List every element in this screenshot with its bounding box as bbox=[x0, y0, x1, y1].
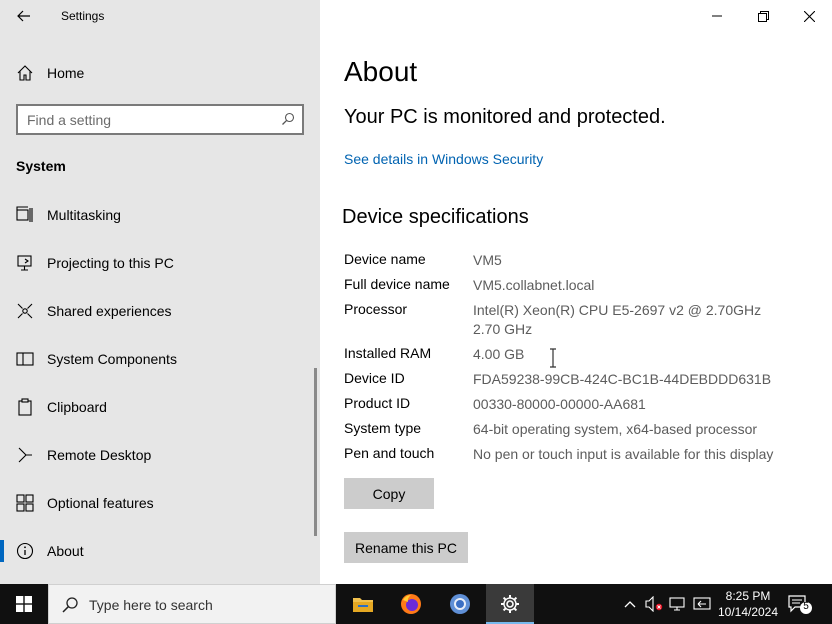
spec-label: Full device name bbox=[344, 276, 450, 292]
sidebar-item-clipboard[interactable]: Clipboard bbox=[0, 387, 314, 427]
spec-value: VM5 bbox=[473, 252, 502, 268]
restore-icon bbox=[757, 10, 769, 22]
sidebar-section-system: System bbox=[16, 158, 66, 174]
rename-pc-button[interactable]: Rename this PC bbox=[344, 532, 468, 563]
copy-button[interactable]: Copy bbox=[344, 478, 434, 509]
sidebar-item-multitasking[interactable]: Multitasking bbox=[0, 195, 314, 235]
remote-desktop-icon bbox=[18, 447, 32, 463]
minimize-icon bbox=[712, 15, 722, 17]
sidebar-item-projecting[interactable]: Projecting to this PC bbox=[0, 243, 314, 283]
spec-value: Intel(R) Xeon(R) CPU E5-2697 v2 @ 2.70GH… bbox=[473, 302, 773, 337]
remote-tray[interactable] bbox=[692, 594, 712, 614]
find-setting-input[interactable] bbox=[27, 111, 267, 129]
home-icon bbox=[17, 65, 33, 81]
back-arrow-icon bbox=[17, 10, 30, 22]
chevron-up-icon bbox=[624, 601, 636, 608]
settings-gear-icon bbox=[501, 595, 519, 613]
start-button[interactable] bbox=[0, 584, 48, 624]
settings-sidebar: Settings Home System Multitasking Projec… bbox=[0, 0, 320, 584]
spec-value: FDA59238-99CB-424C-BC1B-44DEBDDD631B bbox=[473, 371, 772, 387]
notification-count: 5 bbox=[803, 601, 809, 612]
search-icon bbox=[62, 597, 78, 613]
sidebar-item-shared-experiences[interactable]: Shared experiences bbox=[0, 291, 314, 331]
multitasking-icon bbox=[16, 206, 33, 222]
taskbar-app-file-explorer[interactable] bbox=[339, 584, 387, 624]
titlebar-left: Settings bbox=[0, 0, 320, 32]
text-cursor-icon bbox=[550, 348, 556, 368]
spec-label: Device name bbox=[344, 251, 426, 267]
spec-value: No pen or touch input is available for t… bbox=[473, 446, 774, 462]
projecting-icon bbox=[17, 255, 32, 271]
spec-value: 4.00 GB bbox=[473, 346, 525, 362]
sidebar-item-label: Shared experiences bbox=[47, 303, 172, 319]
shared-experiences-icon bbox=[17, 303, 33, 319]
system-components-icon bbox=[16, 352, 34, 366]
windows-logo-icon bbox=[16, 596, 32, 612]
optional-features-icon bbox=[16, 494, 34, 512]
show-hidden-icons[interactable] bbox=[620, 594, 640, 614]
taskbar-clock[interactable]: 8:25 PM 10/14/2024 bbox=[716, 588, 780, 620]
sidebar-item-remote-desktop[interactable]: Remote Desktop bbox=[0, 435, 314, 475]
network-tray[interactable] bbox=[668, 594, 688, 614]
page-title: About bbox=[344, 56, 418, 87]
volume-tray[interactable] bbox=[644, 594, 664, 614]
action-center-button[interactable]: 5 bbox=[786, 592, 814, 616]
close-button[interactable] bbox=[786, 0, 832, 32]
sidebar-home-label: Home bbox=[47, 65, 85, 81]
find-setting-search[interactable] bbox=[16, 104, 304, 135]
spec-label: Installed RAM bbox=[344, 345, 432, 361]
about-page: About Your PC is monitored and protected… bbox=[320, 0, 832, 584]
sidebar-item-system-components[interactable]: System Components bbox=[0, 339, 314, 379]
restore-button[interactable] bbox=[740, 0, 786, 32]
sidebar-scrollbar[interactable] bbox=[314, 368, 317, 536]
sidebar-home[interactable]: Home bbox=[0, 56, 320, 90]
taskbar: Type here to search 8:25 PM 10/14/2024 5 bbox=[0, 584, 832, 624]
taskbar-app-chrome[interactable] bbox=[436, 584, 484, 624]
search-icon[interactable] bbox=[281, 112, 295, 126]
minimize-button[interactable] bbox=[694, 0, 740, 32]
clipboard-icon bbox=[18, 398, 32, 416]
volume-muted-icon bbox=[645, 596, 663, 612]
sidebar-item-label: System Components bbox=[47, 351, 177, 367]
sidebar-item-label: Remote Desktop bbox=[47, 447, 152, 463]
spec-value: 64-bit operating system, x64-based proce… bbox=[473, 421, 758, 437]
spec-label: Product ID bbox=[344, 395, 411, 411]
clock-date: 10/14/2024 bbox=[717, 605, 779, 619]
spec-label: Device ID bbox=[344, 370, 405, 386]
file-explorer-icon bbox=[353, 598, 373, 612]
sidebar-item-about[interactable]: About bbox=[0, 531, 314, 571]
spec-label: System type bbox=[344, 420, 422, 436]
sidebar-item-label: Projecting to this PC bbox=[47, 255, 174, 271]
spec-value: VM5.collabnet.local bbox=[473, 277, 595, 293]
taskbar-app-settings[interactable] bbox=[486, 584, 534, 624]
chrome-icon bbox=[450, 594, 470, 614]
network-icon bbox=[669, 597, 685, 611]
taskbar-app-firefox[interactable] bbox=[387, 584, 435, 624]
protection-status: Your PC is monitored and protected. bbox=[344, 106, 666, 128]
taskbar-search[interactable]: Type here to search bbox=[48, 584, 336, 624]
sidebar-item-label: Optional features bbox=[47, 495, 154, 511]
remote-connection-icon bbox=[693, 597, 711, 610]
back-button[interactable] bbox=[8, 4, 40, 28]
close-icon bbox=[803, 10, 815, 22]
spec-value: 00330-80000-00000-AA681 bbox=[473, 396, 646, 412]
taskbar-search-text: Type here to search bbox=[89, 597, 213, 613]
device-specifications-heading: Device specifications bbox=[342, 206, 529, 228]
sidebar-item-label: About bbox=[47, 543, 84, 559]
windows-security-link[interactable]: See details in Windows Security bbox=[344, 151, 543, 167]
firefox-icon bbox=[401, 594, 421, 614]
sidebar-item-label: Multitasking bbox=[47, 207, 121, 223]
sidebar-item-optional-features[interactable]: Optional features bbox=[0, 483, 314, 523]
spec-label: Processor bbox=[344, 301, 408, 317]
app-title: Settings bbox=[61, 9, 105, 23]
sidebar-item-label: Clipboard bbox=[47, 399, 107, 415]
clock-time: 8:25 PM bbox=[725, 589, 771, 603]
info-icon bbox=[16, 542, 34, 560]
spec-label: Pen and touch bbox=[344, 445, 435, 461]
